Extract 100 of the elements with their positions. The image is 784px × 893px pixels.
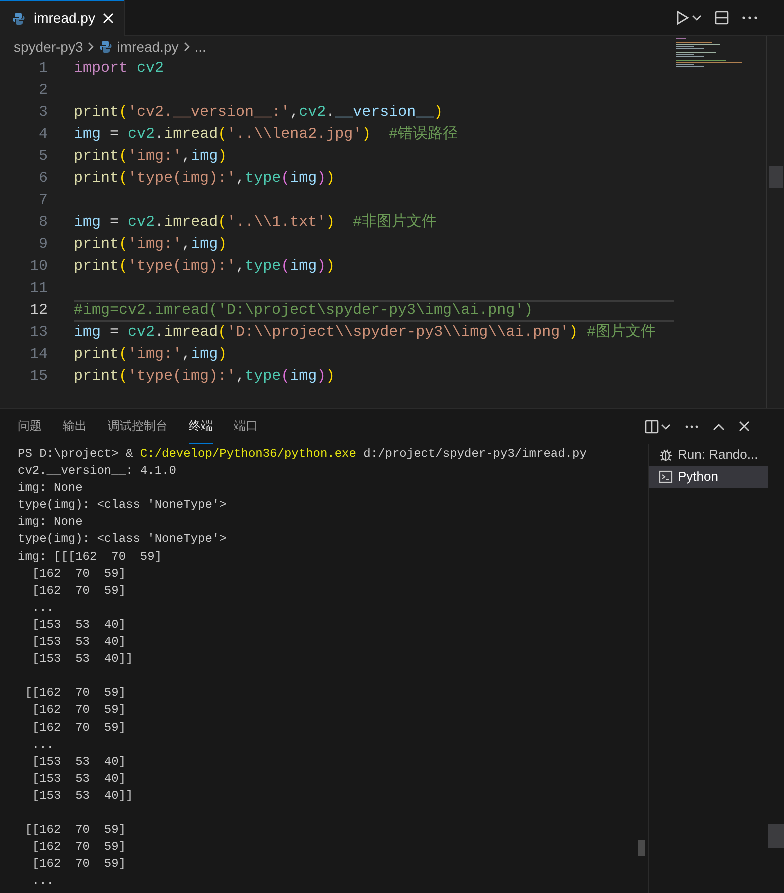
terminal-text: [153 53 40]]: [31, 651, 134, 668]
run-button[interactable]: [676, 10, 702, 26]
code-token: ): [326, 256, 336, 277]
code-comment: #错误路径: [388, 124, 458, 145]
line-number: 13: [28, 322, 48, 343]
code-token: 'cv2.__version__:': [128, 102, 290, 123]
code-token: print: [74, 234, 120, 255]
terminal-text: [162 70 59]: [31, 702, 126, 720]
panel-layout-button[interactable]: [645, 420, 671, 434]
breadcrumb-item[interactable]: spyder-py3: [14, 36, 84, 58]
terminal-text: [153 53 40]: [31, 770, 126, 788]
line-number: 8: [38, 212, 48, 233]
chevron-right-icon: [87, 42, 96, 52]
terminal-session-item[interactable]: Run: Rando...: [649, 444, 768, 466]
code-token: ): [326, 168, 336, 189]
line-number: 12: [28, 300, 48, 321]
terminal-text: ...: [31, 600, 54, 617]
code-token: (: [119, 146, 128, 167]
code-token: =: [109, 322, 120, 343]
play-icon: [676, 10, 690, 26]
code-token: cv2: [128, 322, 156, 343]
scrollbar-thumb[interactable]: [769, 166, 783, 188]
code-comment: #图片文件: [586, 322, 656, 343]
terminal-text: [162 70 59]: [31, 856, 126, 874]
line-number: 5: [38, 146, 48, 167]
code-token: (: [218, 212, 228, 233]
panel-tab[interactable]: 终端: [189, 409, 213, 444]
code-token: img: [191, 344, 218, 365]
code-token: '..\\lena2.jpg': [227, 124, 362, 145]
code-token: ,: [182, 344, 192, 365]
code-token: img: [290, 168, 318, 189]
scrollbar-thumb[interactable]: [638, 840, 645, 856]
chevron-right-icon: [182, 42, 191, 52]
terminal-text: img: None: [18, 514, 83, 532]
code-token: 'img:': [128, 344, 182, 365]
python-file-icon: [12, 12, 26, 26]
terminal-text: type(img): <class 'NoneType'>: [18, 497, 227, 514]
chevron-down-icon: [661, 422, 671, 430]
panel-tab[interactable]: 输出: [63, 409, 87, 444]
terminal-text: d:/project/spyder-py3/imread.py: [362, 446, 587, 463]
line-number: 10: [28, 256, 48, 277]
chevron-up-icon[interactable]: [713, 422, 725, 430]
line-number: 1: [38, 58, 48, 79]
more-icon[interactable]: [742, 16, 758, 20]
editor-tab[interactable]: imread.py: [0, 0, 126, 36]
terminal-text: img: [[[162 70 59]: [18, 548, 162, 566]
breadcrumb-item[interactable]: imread.py: [117, 36, 179, 58]
panel-tab[interactable]: 调试控制台: [108, 409, 168, 444]
code-token: type: [245, 168, 282, 189]
terminal-text: [153 53 40]]: [31, 788, 134, 805]
line-number: 15: [28, 366, 48, 387]
code-token: imread: [164, 124, 218, 145]
terminal-text: [[162 70 59]: [24, 822, 126, 840]
line-number: 9: [38, 234, 48, 255]
code-token: =: [109, 212, 120, 233]
panel-tab[interactable]: 问题: [18, 409, 42, 444]
panel-tab[interactable]: 端口: [234, 409, 258, 444]
terminal-text: [153 53 40]: [31, 754, 126, 771]
code-token: img: [74, 322, 102, 343]
code-token: ): [317, 168, 326, 189]
code-token: __version__: [335, 102, 434, 123]
code-token: .: [155, 124, 164, 145]
line-number: 3: [38, 102, 48, 123]
code-token: ): [326, 366, 336, 387]
code-token: ,: [182, 146, 192, 167]
code-token: (: [119, 344, 128, 365]
scrollbar-thumb[interactable]: [768, 824, 784, 848]
code-token: ,: [236, 168, 246, 189]
terminal-text: cv2.__version__: 4.1.0: [18, 463, 176, 480]
close-icon[interactable]: [739, 421, 750, 432]
code-token: (: [281, 366, 290, 387]
code-token: type: [245, 366, 282, 387]
code-token: 'type(img):': [128, 366, 236, 387]
code-token: ,: [236, 366, 246, 387]
line-number: 4: [38, 124, 48, 145]
line-number: 14: [28, 344, 48, 365]
code-token: (: [119, 366, 128, 387]
terminal-text: ...: [31, 873, 54, 890]
terminal-text: ...: [31, 736, 54, 754]
code-token: (: [119, 234, 128, 255]
code-token: print: [74, 366, 120, 387]
line-number: 11: [28, 278, 48, 299]
code-token: ,: [290, 102, 300, 123]
split-panel-icon: [645, 420, 659, 434]
terminal-session-item[interactable]: Python: [649, 466, 768, 488]
code-token: img: [191, 234, 218, 255]
code-token: print: [74, 256, 120, 277]
code-token: print: [74, 344, 120, 365]
code-token: ): [326, 212, 336, 233]
code-token: import: [74, 58, 128, 79]
code-token: imread: [164, 212, 218, 233]
code-token: img: [74, 124, 102, 145]
terminal-text: [162 70 59]: [31, 582, 126, 600]
split-editor-icon[interactable]: [714, 10, 730, 26]
code-token: print: [74, 168, 120, 189]
code-token: img: [290, 256, 318, 277]
code-token: 'img:': [128, 146, 182, 167]
breadcrumb-item[interactable]: ...: [194, 36, 206, 58]
more-icon[interactable]: [685, 424, 699, 428]
line-number: 6: [38, 168, 48, 189]
